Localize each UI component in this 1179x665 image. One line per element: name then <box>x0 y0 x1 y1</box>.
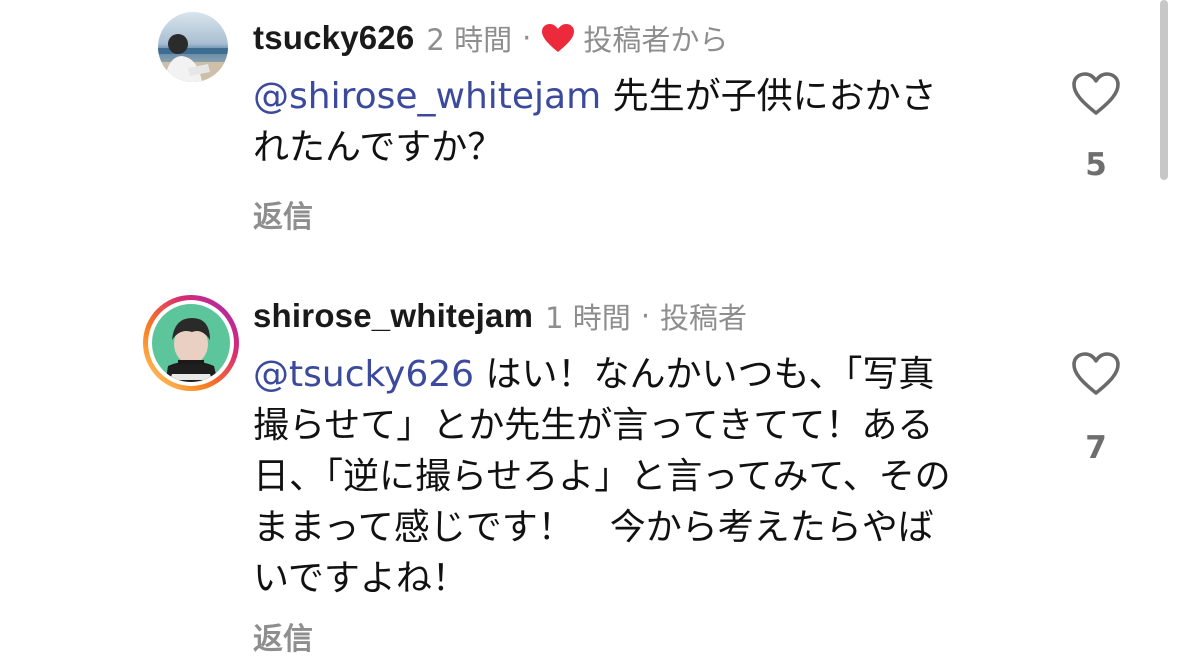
author-badge: 投稿者から <box>583 23 729 57</box>
comment-item: shirose_whitejam 1 時間 · 投稿者 @tsucky626 は… <box>0 280 1179 665</box>
comment-meta: tsucky626 2 時間 · 投稿者から <box>253 14 728 62</box>
heart-outline-icon <box>1071 351 1121 401</box>
comment-item: tsucky626 2 時間 · 投稿者から @shirose_whitejam… <box>0 0 1179 260</box>
scrollbar[interactable] <box>1160 0 1168 180</box>
separator: · <box>522 21 532 55</box>
like-button[interactable] <box>1068 70 1124 122</box>
timestamp: 2 時間 <box>426 23 513 57</box>
comment-text: @shirose_whitejam 先生が子供におかさ れたんですか？ <box>253 71 1043 173</box>
like-count: 7 <box>1085 430 1107 466</box>
like-button[interactable] <box>1068 350 1124 402</box>
mention-link[interactable]: @tsucky626 <box>253 354 474 395</box>
mention-link[interactable]: @shirose_whitejam <box>253 76 601 117</box>
heart-filled-icon <box>541 23 575 53</box>
like-count: 5 <box>1085 147 1107 183</box>
heart-outline-icon <box>1071 71 1121 121</box>
comment-text-rest: れたんですか？ <box>253 127 504 168</box>
comment-text-line: はい！なんかいつも、「写真 <box>474 354 935 395</box>
comment-text: @tsucky626 はい！なんかいつも、「写真 撮らせて」とか先生が言ってきて… <box>253 349 1043 604</box>
username[interactable]: tsucky626 <box>253 19 414 57</box>
timestamp: 1 時間 <box>545 301 631 335</box>
reply-button[interactable]: 返信 <box>253 192 313 236</box>
separator: · <box>640 299 651 333</box>
username[interactable]: shirose_whitejam <box>253 297 533 335</box>
reply-button[interactable]: 返信 <box>253 614 313 658</box>
avatar[interactable] <box>142 294 240 392</box>
comment-meta: shirose_whitejam 1 時間 · 投稿者 <box>253 292 747 340</box>
comment-text-line: 先生が子供におかさ <box>601 76 937 117</box>
comment-text-rest: 撮らせて」とか先生が言ってきてて！ある 日、「逆に撮らせろよ」と言ってみて、その… <box>253 405 951 599</box>
avatar[interactable] <box>158 12 228 82</box>
author-badge: 投稿者 <box>660 301 748 335</box>
